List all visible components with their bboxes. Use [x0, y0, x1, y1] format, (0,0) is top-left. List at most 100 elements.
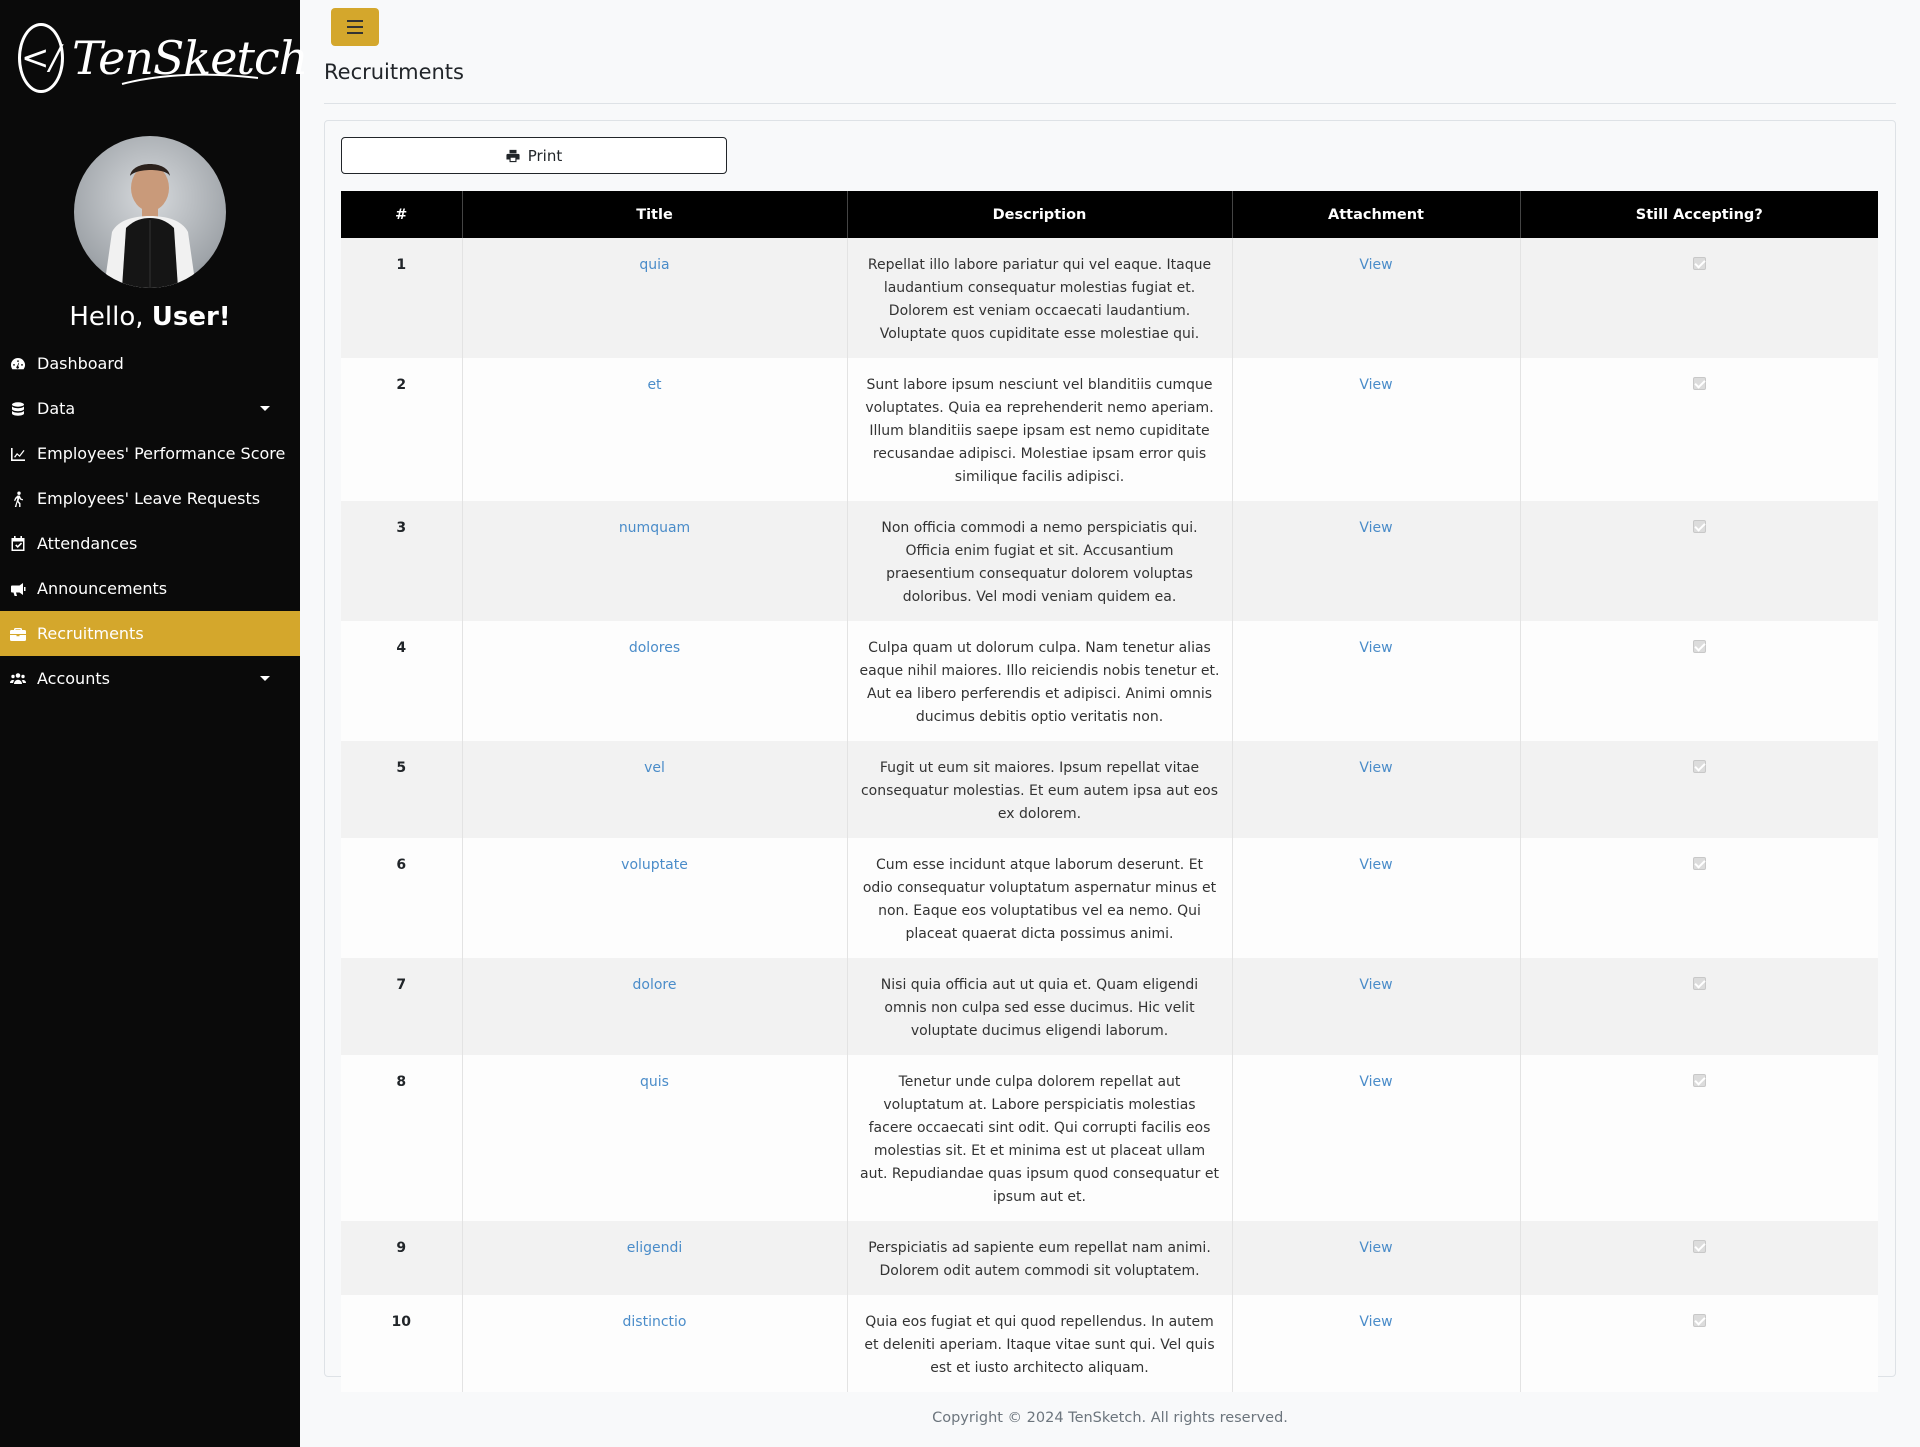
title-link[interactable]: dolores [629, 640, 680, 656]
title-link[interactable]: numquam [619, 520, 690, 536]
logo-swoosh-icon [121, 73, 259, 85]
row-title-cell: dolore [462, 958, 848, 1055]
row-attachment-cell: View [1232, 838, 1521, 958]
table-row: 2 et Sunt labore ipsum nesciunt vel blandi… [341, 358, 1878, 501]
title-link[interactable]: et [647, 377, 661, 393]
row-accepting-cell [1520, 958, 1878, 1055]
row-title-cell: quia [462, 238, 848, 358]
greeting-prefix: Hello, [69, 302, 144, 332]
gauge-icon [11, 357, 25, 369]
attachment-view-link[interactable]: View [1359, 257, 1392, 273]
brand-logo[interactable]: </ TenSketch [18, 18, 308, 98]
row-number: 1 [341, 238, 463, 358]
row-title-cell: distinctio [462, 1295, 848, 1392]
page-title: Recruitments [324, 60, 464, 84]
print-button-label: Print [527, 146, 563, 165]
sidebar-item-label: Attendances [37, 534, 138, 553]
title-link[interactable]: quia [639, 257, 669, 273]
chevron-down-icon [260, 406, 270, 411]
sidebar-item-label: Data [37, 399, 76, 418]
sidebar-toggle-button[interactable] [331, 8, 379, 46]
title-link[interactable]: vel [644, 760, 665, 776]
sidebar-item-accounts[interactable]: Accounts [0, 656, 300, 701]
still-accepting-checkbox[interactable] [1692, 257, 1706, 270]
still-accepting-checkbox[interactable] [1692, 640, 1706, 653]
attachment-view-link[interactable]: View [1359, 520, 1392, 536]
title-link[interactable]: distinctio [623, 1314, 687, 1330]
sidebar-item-dashboard[interactable]: Dashboard [0, 341, 300, 386]
row-attachment-cell: View [1232, 741, 1521, 838]
row-number: 6 [341, 838, 463, 958]
sidebar-item-announcements[interactable]: Announcements [0, 566, 300, 611]
bullhorn-icon [11, 582, 26, 596]
sidebar-item-label: Accounts [37, 669, 110, 688]
row-accepting-cell [1520, 741, 1878, 838]
still-accepting-checkbox[interactable] [1692, 1314, 1706, 1327]
print-button[interactable]: Print [341, 137, 727, 174]
column-header-description[interactable]: Description [847, 191, 1233, 238]
sidebar-item-label: Recruitments [37, 624, 144, 643]
attachment-view-link[interactable]: View [1359, 977, 1392, 993]
row-title-cell: dolores [462, 621, 848, 741]
row-attachment-cell: View [1232, 1221, 1521, 1295]
row-title-cell: numquam [462, 501, 848, 621]
title-link[interactable]: dolore [633, 977, 677, 993]
sidebar-item-recruitments[interactable]: Recruitments [0, 611, 300, 656]
title-link[interactable]: voluptate [621, 857, 688, 873]
still-accepting-checkbox[interactable] [1692, 1240, 1706, 1253]
table-row: 9 eligendi Perspiciatis ad sapiente eum re… [341, 1221, 1878, 1295]
attachment-view-link[interactable]: View [1359, 377, 1392, 393]
sidebar-item-attendances[interactable]: Attendances [0, 521, 300, 566]
title-link[interactable]: quis [640, 1074, 669, 1090]
row-accepting-cell [1520, 501, 1878, 621]
attachment-view-link[interactable]: View [1359, 640, 1392, 656]
row-description: Fugit ut eum sit maiores. Ipsum repellat… [847, 741, 1233, 838]
row-accepting-cell [1520, 238, 1878, 358]
sidebar-item-label: Announcements [37, 579, 168, 598]
attachment-view-link[interactable]: View [1359, 760, 1392, 776]
row-accepting-cell [1520, 358, 1878, 501]
row-attachment-cell: View [1232, 1055, 1521, 1221]
sidebar: </ TenSketch Hello, User! Dashboard Data [0, 0, 308, 1447]
still-accepting-checkbox[interactable] [1692, 977, 1706, 990]
row-accepting-cell [1520, 1221, 1878, 1295]
still-accepting-checkbox[interactable] [1692, 1074, 1706, 1087]
row-description: Sunt labore ipsum nesciunt vel blanditii… [847, 358, 1233, 501]
table-row: 3 numquam Non officia commodi a nemo persp… [341, 501, 1878, 621]
still-accepting-checkbox[interactable] [1692, 520, 1706, 533]
sidebar-item-leave-requests[interactable]: Employees' Leave Requests [0, 476, 300, 521]
row-description: Repellat illo labore pariatur qui vel ea… [847, 238, 1233, 358]
column-header-still-accepting[interactable]: Still Accepting? [1520, 191, 1878, 238]
attachment-view-link[interactable]: View [1359, 1314, 1392, 1330]
row-accepting-cell [1520, 1295, 1878, 1392]
sidebar-nav: Dashboard Data Employees' Performance Sc… [0, 341, 300, 701]
column-header-number[interactable]: # [341, 191, 463, 238]
sidebar-item-data[interactable]: Data [0, 386, 300, 431]
sidebar-item-label: Dashboard [37, 354, 124, 373]
table-row: 5 vel Fugit ut eum sit maiores. Ipsum repe… [341, 741, 1878, 838]
row-description: Tenetur unde culpa dolorem repellat aut … [847, 1055, 1233, 1221]
sidebar-item-performance-score[interactable]: Employees' Performance Score [0, 431, 300, 476]
sidebar-item-label: Employees' Performance Score [37, 444, 286, 463]
still-accepting-checkbox[interactable] [1692, 760, 1706, 773]
still-accepting-checkbox[interactable] [1692, 857, 1706, 870]
attachment-view-link[interactable]: View [1359, 1240, 1392, 1256]
person-walking-icon [14, 491, 24, 507]
row-description: Perspiciatis ad sapiente eum repellat na… [847, 1221, 1233, 1295]
attachment-view-link[interactable]: View [1359, 857, 1392, 873]
title-link[interactable]: eligendi [627, 1240, 683, 1256]
recruitments-table: # Title Description Attachment Still Acc… [341, 191, 1878, 1392]
row-description: Non officia commodi a nemo perspiciatis … [847, 501, 1233, 621]
column-header-attachment[interactable]: Attachment [1232, 191, 1521, 238]
row-attachment-cell: View [1232, 621, 1521, 741]
row-number: 10 [341, 1295, 463, 1392]
row-accepting-cell [1520, 1055, 1878, 1221]
code-logo-icon: </ [18, 23, 64, 93]
still-accepting-checkbox[interactable] [1692, 377, 1706, 390]
column-header-title[interactable]: Title [462, 191, 848, 238]
table-row: 1 quia Repellat illo labore pariatur qui v… [341, 238, 1878, 358]
avatar [74, 136, 226, 288]
attachment-view-link[interactable]: View [1359, 1074, 1392, 1090]
chevron-down-icon [260, 676, 270, 681]
row-number: 2 [341, 358, 463, 501]
